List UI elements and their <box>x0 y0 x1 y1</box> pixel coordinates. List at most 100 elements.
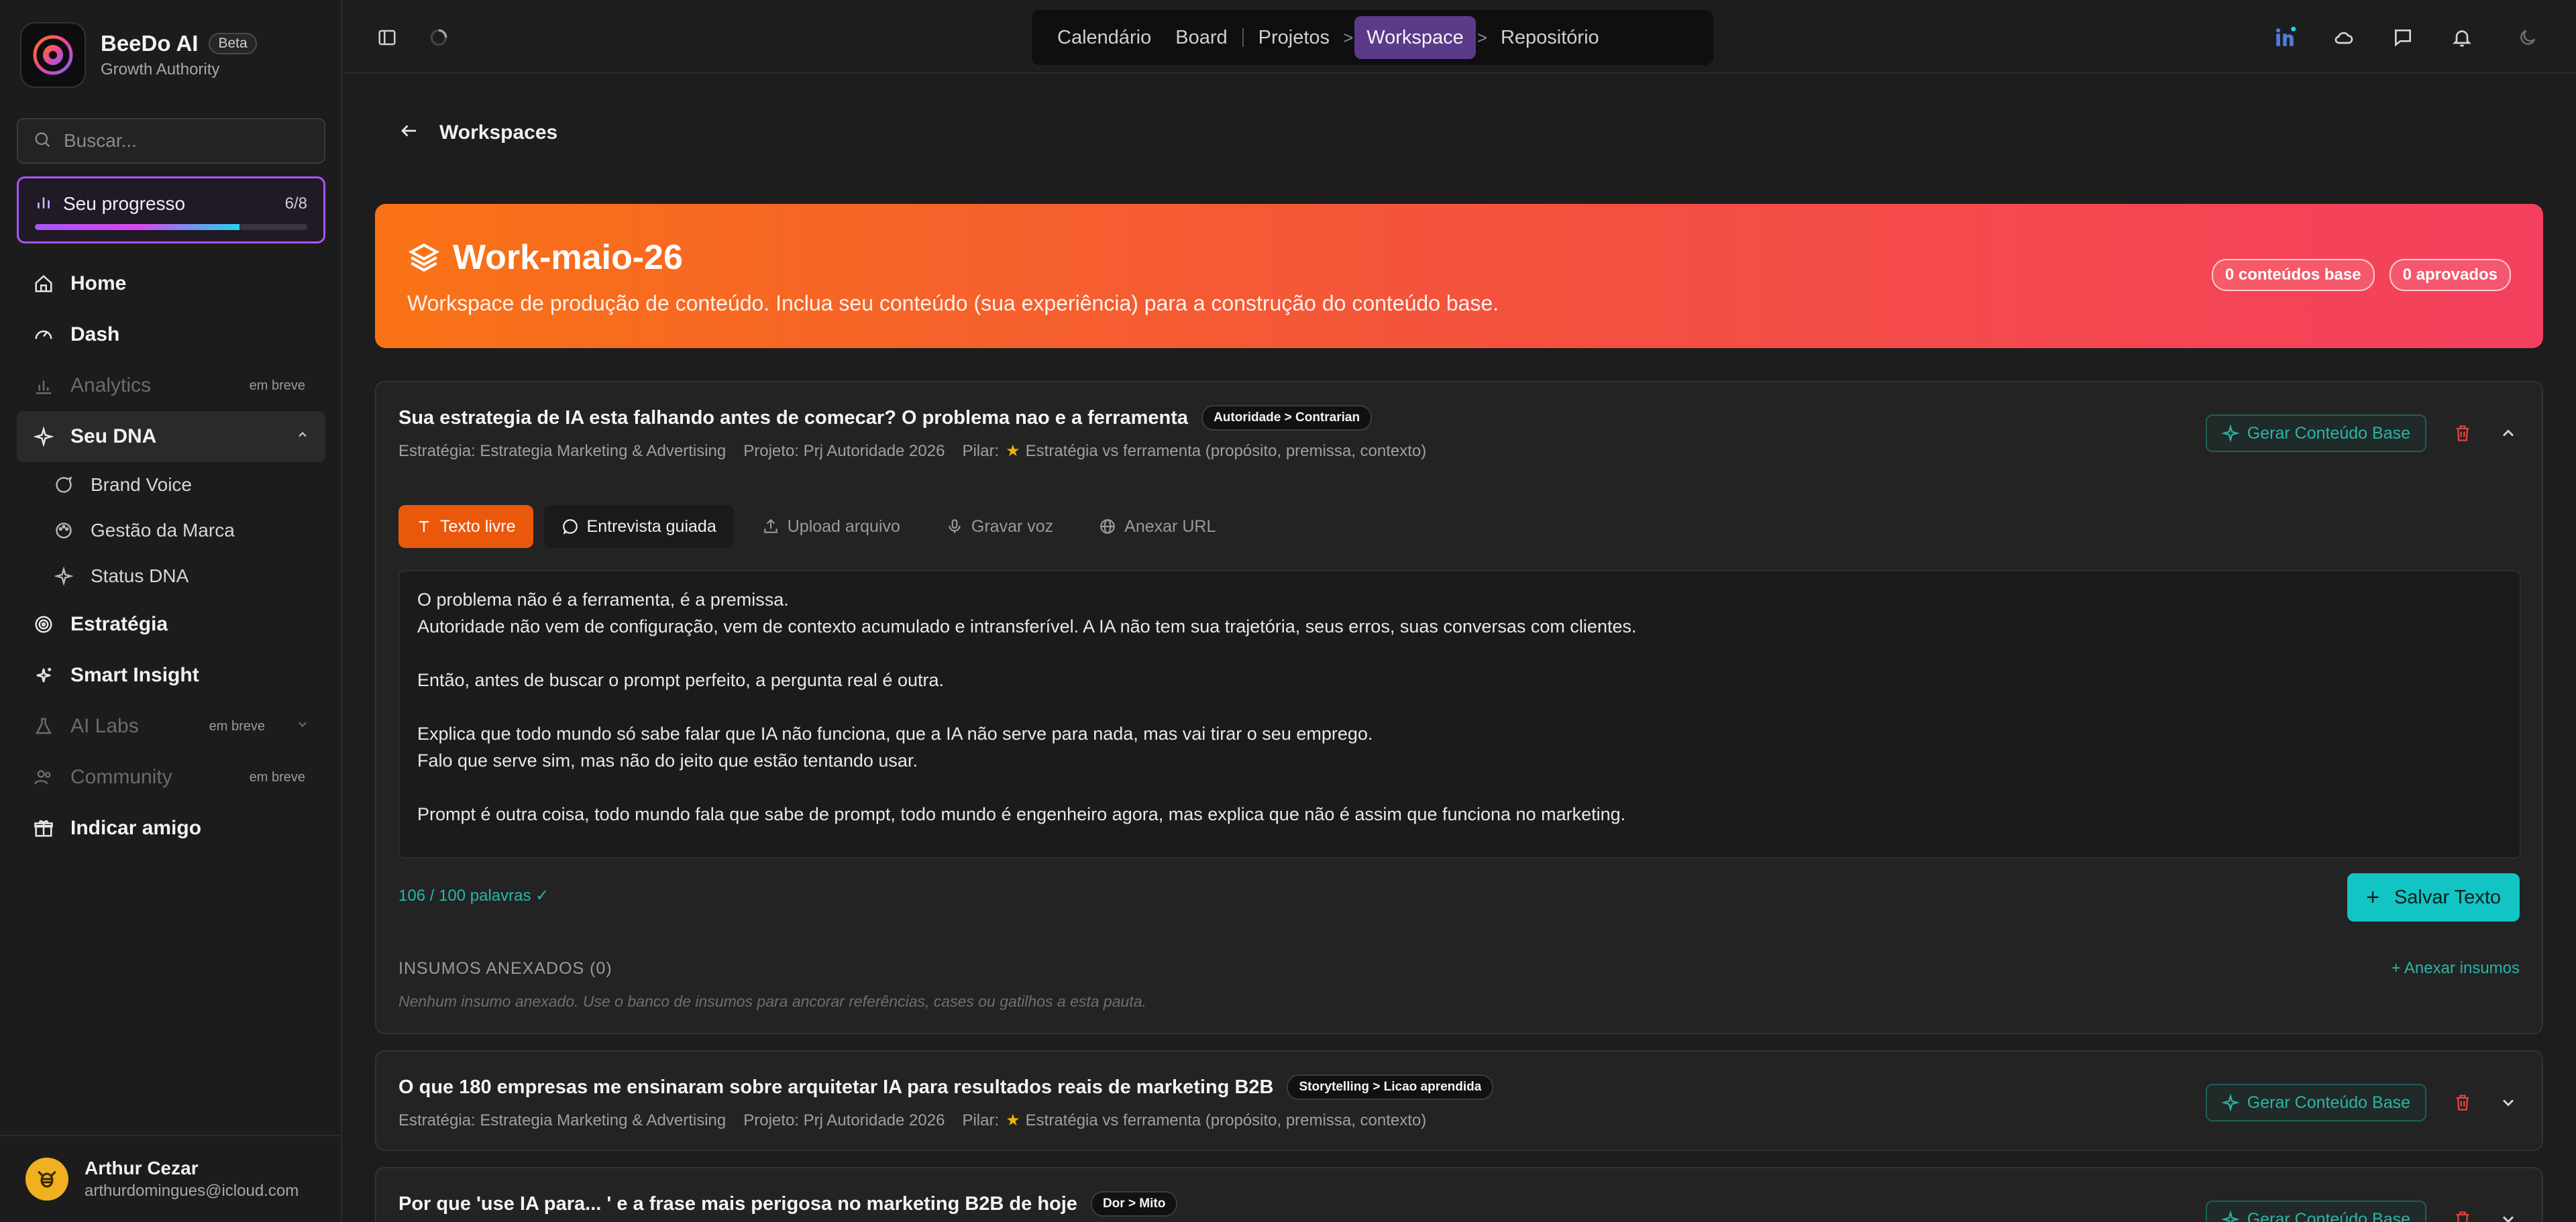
generate-base-label: Gerar Conteúdo Base <box>2247 1209 2410 1222</box>
save-text-label: Salvar Texto <box>2394 886 2501 908</box>
progress-bar <box>35 224 307 230</box>
chevron-down-icon[interactable] <box>2499 1093 2518 1112</box>
beta-badge: Beta <box>209 33 257 54</box>
loading-spinner-icon <box>425 24 452 51</box>
sidebar-item-brand-voice[interactable]: Brand Voice <box>17 462 325 508</box>
input-mode-tabs: Texto livre Entrevista guiada Upload arq… <box>398 505 1244 548</box>
plus-icon: + <box>2366 884 2379 910</box>
chevron-down-icon <box>296 717 309 736</box>
star-icon: ★ <box>1006 1111 1020 1129</box>
generate-base-button[interactable]: Gerar Conteúdo Base <box>2205 1084 2426 1121</box>
logo-icon <box>20 22 86 88</box>
count-badge-aprovados: 0 aprovados <box>2389 259 2511 291</box>
microphone-icon <box>946 518 963 535</box>
workspace-hero: Work-maio-26 Workspace de produção de co… <box>375 204 2543 348</box>
upload-icon <box>762 518 780 535</box>
trash-icon[interactable] <box>2453 1210 2472 1222</box>
pauta-pilar-label: Pilar: <box>962 1111 1000 1129</box>
back-row[interactable]: Workspaces <box>399 121 557 144</box>
search-input[interactable] <box>64 130 319 152</box>
pauta-tag: Storytelling > Licao aprendida <box>1287 1074 1494 1100</box>
tab-gravar-voz[interactable]: Gravar voz <box>928 505 1071 548</box>
nav-workspace[interactable]: Workspace <box>1354 16 1476 59</box>
chevron-up-icon[interactable] <box>2499 424 2518 443</box>
generate-base-button[interactable]: Gerar Conteúdo Base <box>2205 414 2426 452</box>
sidebar-item-label: Brand Voice <box>91 474 192 495</box>
message-square-icon[interactable] <box>2390 24 2416 51</box>
sidebar-item-ai-labs: AI Labs em breve <box>17 701 325 752</box>
attach-insumos-label: Anexar insumos <box>2404 959 2520 977</box>
sparkles-icon <box>2221 1211 2239 1222</box>
arrow-left-icon[interactable] <box>399 121 419 144</box>
sidebar-item-label: Home <box>70 272 127 294</box>
page-title: Workspaces <box>439 121 558 144</box>
tab-upload-arquivo[interactable]: Upload arquivo <box>745 505 918 548</box>
trash-icon[interactable] <box>2453 424 2472 443</box>
sidebar-item-home[interactable]: Home <box>17 258 325 309</box>
pauta-card[interactable]: O que 180 empresas me ensinaram sobre ar… <box>375 1050 2543 1151</box>
sparkles-icon <box>32 425 56 449</box>
tab-texto-livre[interactable]: Texto livre <box>398 505 533 548</box>
flask-icon <box>32 714 56 738</box>
moon-icon[interactable] <box>2514 24 2541 51</box>
progress-card[interactable]: Seu progresso 6/8 <box>17 176 325 243</box>
sidebar-item-dna[interactable]: Seu DNA <box>17 411 325 462</box>
sidebar-item-estrategia[interactable]: Estratégia <box>17 599 325 650</box>
pauta-card[interactable]: Por que 'use IA para... ' e a frase mais… <box>375 1167 2543 1222</box>
users-icon <box>32 765 56 789</box>
sidebar-item-status-dna[interactable]: Status DNA <box>17 553 325 599</box>
linkedin-icon[interactable] <box>2271 24 2298 51</box>
globe-icon <box>1099 518 1116 535</box>
tab-anexar-url[interactable]: Anexar URL <box>1081 505 1233 548</box>
user-profile[interactable]: Arthur Cezar arthurdomingues@icloud.com <box>0 1135 342 1222</box>
content-textarea[interactable]: O problema não é a ferramenta, é a premi… <box>398 570 2521 858</box>
sidebar-item-smart-insight[interactable]: Smart Insight <box>17 650 325 701</box>
sidebar-item-community: Community em breve <box>17 752 325 803</box>
progress-count: 6/8 <box>284 195 307 213</box>
trash-icon[interactable] <box>2453 1093 2472 1112</box>
gift-icon <box>32 816 56 840</box>
pauta-estrategia: Estratégia: Estrategia Marketing & Adver… <box>398 1111 727 1129</box>
attach-insumos-link[interactable]: + Anexar insumos <box>2392 959 2520 978</box>
pauta-tag: Autoridade > Contrarian <box>1201 405 1373 431</box>
sidebar-item-label: Gestão da Marca <box>91 520 235 541</box>
insumos-empty-text: Nenhum insumo anexado. Use o banco de in… <box>398 993 1146 1010</box>
type-icon <box>416 518 432 535</box>
nav-calendario[interactable]: Calendário <box>1045 16 1163 59</box>
sidebar-item-label: AI Labs <box>70 715 139 737</box>
progress-label: Seu progresso <box>63 193 186 214</box>
cloud-icon[interactable] <box>2330 24 2357 51</box>
breadcrumb-separator: > <box>1477 27 1487 48</box>
search-box <box>17 118 325 164</box>
tab-entrevista-guiada[interactable]: Entrevista guiada <box>543 505 734 548</box>
nav-projetos[interactable]: Projetos <box>1246 16 1342 59</box>
progress-fill <box>35 224 239 230</box>
sparkles-icon <box>53 565 74 587</box>
sidebar-item-dash[interactable]: Dash <box>17 309 325 360</box>
coming-soon-badge: em breve <box>249 769 305 785</box>
breadcrumb-separator: > <box>1343 27 1354 48</box>
message-circle-icon <box>561 518 579 535</box>
sidebar-item-indicar[interactable]: Indicar amigo <box>17 803 325 854</box>
nav-board[interactable]: Board <box>1163 16 1239 59</box>
brand[interactable]: BeeDo AI Beta Growth Authority <box>20 21 257 89</box>
brand-name: BeeDo AI <box>101 31 199 56</box>
save-text-button[interactable]: + Salvar Texto <box>2347 873 2520 922</box>
sidebar: BeeDo AI Beta Growth Authority Seu progre… <box>0 0 342 1222</box>
sparkles-icon <box>2221 425 2239 442</box>
tab-label: Texto livre <box>440 516 516 536</box>
brand-subtitle: Growth Authority <box>101 60 220 78</box>
nav-repositorio[interactable]: Repositório <box>1489 16 1611 59</box>
generate-base-button[interactable]: Gerar Conteúdo Base <box>2205 1201 2426 1222</box>
generate-base-label: Gerar Conteúdo Base <box>2247 1093 2410 1112</box>
sidebar-item-label: Estratégia <box>70 613 168 635</box>
sidebar-item-label: Smart Insight <box>70 664 199 686</box>
workspace-title: Work-maio-26 <box>453 238 683 277</box>
bell-icon[interactable] <box>2449 24 2475 51</box>
sidebar-toggle-icon[interactable] <box>374 24 400 51</box>
pauta-projeto: Projeto: Prj Autoridade 2026 <box>743 1111 945 1129</box>
chevron-down-icon[interactable] <box>2499 1210 2518 1222</box>
sidebar-item-label: Seu DNA <box>70 425 157 447</box>
sidebar-item-gestao-marca[interactable]: Gestão da Marca <box>17 508 325 553</box>
layers-icon <box>407 241 441 274</box>
